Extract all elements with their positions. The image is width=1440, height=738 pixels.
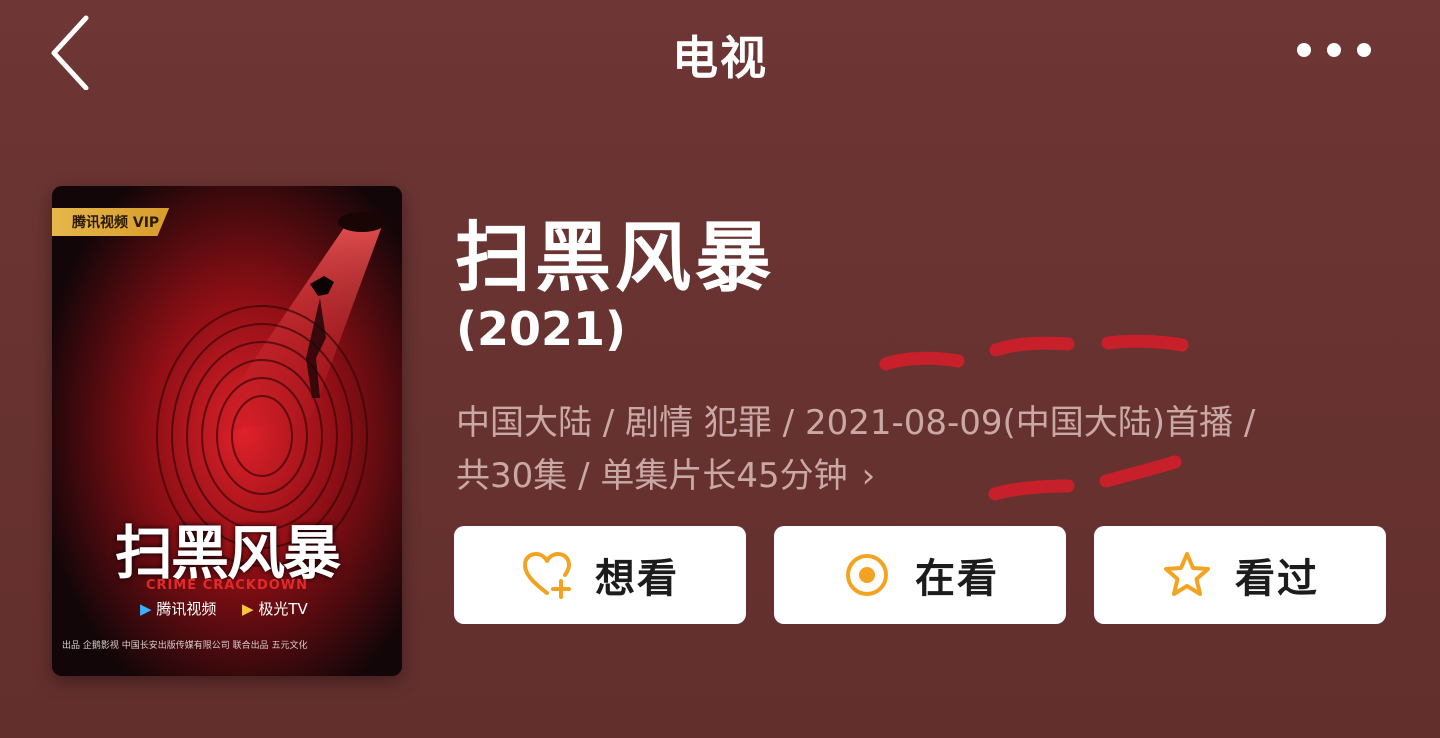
watched-button[interactable]: 看过 <box>1094 526 1386 624</box>
show-year: (2021) <box>456 302 627 356</box>
poster-logo-jiguang: ▶ 极光TV <box>242 600 308 618</box>
more-dots-icon <box>1297 43 1371 57</box>
meta-line-2-text: 共30集 / 单集片长45分钟 <box>456 456 848 496</box>
target-circle-icon <box>841 549 893 601</box>
vip-badge: 腾讯视频 VIP <box>52 208 170 236</box>
more-button[interactable] <box>1290 28 1380 72</box>
poster-art <box>52 186 402 676</box>
page-title: 电视 <box>672 31 768 85</box>
watching-button[interactable]: 在看 <box>774 526 1066 624</box>
show-meta[interactable]: 中国大陆 / 剧情 犯罪 / 2021-08-09(中国大陆)首播 / 共30集… <box>456 397 1396 503</box>
heart-plus-icon <box>521 549 573 601</box>
want-to-watch-label: 想看 <box>595 556 679 602</box>
show-poster[interactable]: 腾讯视频 VIP 扫黑风暴 CRIME CRACKDOWN ▶ 腾讯视频 ▶ 极… <box>52 186 402 676</box>
meta-line-1: 中国大陆 / 剧情 犯罪 / 2021-08-09(中国大陆)首播 / <box>456 403 1256 443</box>
want-to-watch-button[interactable]: 想看 <box>454 526 746 624</box>
chevron-right-icon[interactable]: › <box>862 450 876 503</box>
poster-logo-tencent: ▶ 腾讯视频 <box>140 600 217 618</box>
meta-line-2: 共30集 / 单集片长45分钟 › <box>456 450 1396 503</box>
show-title: 扫黑风暴 <box>455 213 775 302</box>
watched-label: 看过 <box>1235 556 1319 602</box>
poster-art-subtitle: CRIME CRACKDOWN <box>145 578 309 593</box>
poster-credits: 出品 企鹅影视 中国长安出版传媒有限公司 联合出品 五元文化 <box>62 641 308 651</box>
star-icon <box>1161 549 1213 601</box>
watching-label: 在看 <box>915 556 999 602</box>
